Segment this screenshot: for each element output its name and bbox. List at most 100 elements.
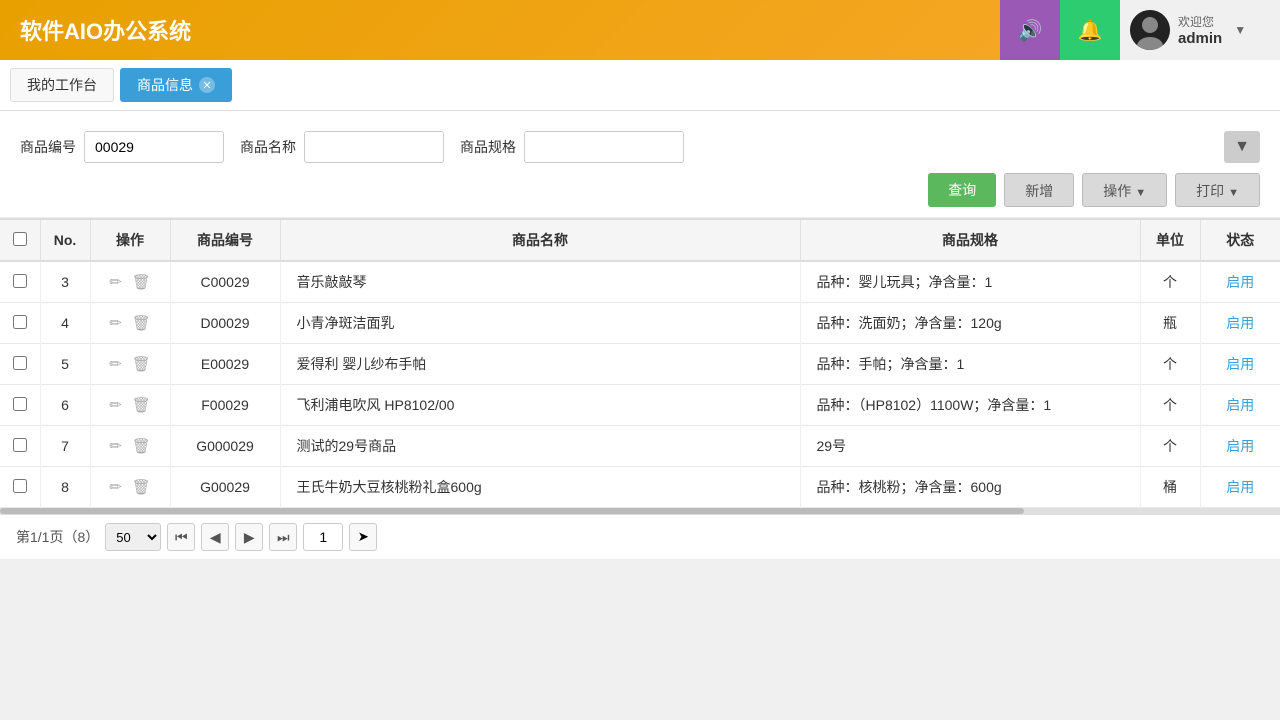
sound-button[interactable]: 🔊 xyxy=(1000,0,1060,60)
tabs-bar: 我的工作台 商品信息 ✕ xyxy=(0,60,1280,111)
cell-no: 3 xyxy=(40,261,90,303)
col-spec: 商品规格 xyxy=(800,219,1140,261)
user-dropdown-arrow[interactable]: ▼ xyxy=(1234,23,1246,37)
query-button[interactable]: 查询 xyxy=(928,173,996,207)
col-name: 商品名称 xyxy=(280,219,800,261)
delete-icon[interactable]: 🗑 xyxy=(132,315,151,332)
cell-checkbox[interactable] xyxy=(0,261,40,303)
delete-icon[interactable]: 🗑 xyxy=(132,274,151,291)
user-text: 欢迎您 admin xyxy=(1178,13,1222,47)
cell-checkbox[interactable] xyxy=(0,467,40,508)
close-icon[interactable]: ✕ xyxy=(199,77,215,93)
cell-spec: 品种：洗面奶；净含量：120g xyxy=(800,303,1140,344)
bell-button[interactable]: 🔔 xyxy=(1060,0,1120,60)
header: 软件AIO办公系统 🔊 🔔 欢迎您 admin ▼ xyxy=(0,0,1280,60)
cell-name: 音乐敲敲琴 xyxy=(280,261,800,303)
cell-checkbox[interactable] xyxy=(0,426,40,467)
row-checkbox[interactable] xyxy=(13,274,27,288)
product-spec-label: 商品规格 xyxy=(460,137,516,157)
edit-icon[interactable]: ✏ xyxy=(109,315,122,332)
col-unit: 单位 xyxy=(1140,219,1200,261)
product-code-input[interactable] xyxy=(84,131,224,163)
tab-workspace[interactable]: 我的工作台 xyxy=(10,68,114,102)
prev-page-button[interactable]: ◀ xyxy=(201,523,229,551)
cell-action: ✏ 🗑 xyxy=(90,385,170,426)
ops-dropdown-arrow: ▼ xyxy=(1135,187,1146,199)
tab-product-info-label: 商品信息 xyxy=(137,75,193,95)
search-actions: 查询 新增 操作 ▼ 打印▼ xyxy=(20,173,1260,207)
cell-action: ✏ 🗑 xyxy=(90,426,170,467)
row-checkbox[interactable] xyxy=(13,356,27,370)
go-page-button[interactable]: ➤ xyxy=(349,523,377,551)
tab-product-info[interactable]: 商品信息 ✕ xyxy=(120,68,232,102)
row-checkbox[interactable] xyxy=(13,397,27,411)
chevron-down-icon: ▼ xyxy=(1234,138,1250,156)
delete-icon[interactable]: 🗑 xyxy=(132,479,151,496)
edit-icon[interactable]: ✏ xyxy=(109,438,122,455)
user-area[interactable]: 欢迎您 admin ▼ xyxy=(1120,0,1280,60)
product-name-input[interactable] xyxy=(304,131,444,163)
col-no: No. xyxy=(40,219,90,261)
cell-code: D00029 xyxy=(170,303,280,344)
cell-action: ✏ 🗑 xyxy=(90,467,170,508)
cell-name: 飞利浦电吹风 HP8102/00 xyxy=(280,385,800,426)
username-label: admin xyxy=(1178,30,1222,47)
delete-icon[interactable]: 🗑 xyxy=(132,356,151,373)
table-row: 3 ✏ 🗑 C00029 音乐敲敲琴 品种：婴儿玩具；净含量：1 个 启用 xyxy=(0,261,1280,303)
last-page-button[interactable]: ⏭ xyxy=(269,523,297,551)
select-all-checkbox[interactable] xyxy=(13,232,27,246)
row-checkbox[interactable] xyxy=(13,438,27,452)
scroll-thumb xyxy=(0,508,1024,514)
welcome-label: 欢迎您 xyxy=(1178,13,1222,30)
delete-icon[interactable]: 🗑 xyxy=(132,438,151,455)
tab-workspace-label: 我的工作台 xyxy=(27,77,97,93)
cell-unit: 个 xyxy=(1140,261,1200,303)
cell-code: C00029 xyxy=(170,261,280,303)
cell-no: 6 xyxy=(40,385,90,426)
ops-label: 操作 xyxy=(1103,183,1131,199)
print-button[interactable]: 打印▼ xyxy=(1175,173,1260,207)
edit-icon[interactable]: ✏ xyxy=(109,356,122,373)
avatar xyxy=(1130,10,1170,50)
expand-search-button[interactable]: ▼ xyxy=(1224,131,1260,163)
edit-icon[interactable]: ✏ xyxy=(109,397,122,414)
edit-icon[interactable]: ✏ xyxy=(109,479,122,496)
cell-checkbox[interactable] xyxy=(0,303,40,344)
first-page-button[interactable]: ⏮ xyxy=(167,523,195,551)
cell-spec: 29号 xyxy=(800,426,1140,467)
product-code-label: 商品编号 xyxy=(20,137,76,157)
cell-no: 7 xyxy=(40,426,90,467)
col-code: 商品编号 xyxy=(170,219,280,261)
row-checkbox[interactable] xyxy=(13,315,27,329)
cell-code: G00029 xyxy=(170,467,280,508)
search-group-spec: 商品规格 xyxy=(460,131,684,163)
cell-name: 爱得利 婴儿纱布手帕 xyxy=(280,344,800,385)
page-size-select[interactable]: 50 10 20 100 xyxy=(105,523,161,551)
cell-no: 8 xyxy=(40,467,90,508)
pagination: 第1/1页（8） 50 10 20 100 ⏮ ◀ ▶ ⏭ ➤ xyxy=(0,514,1280,559)
product-name-label: 商品名称 xyxy=(240,137,296,157)
table-row: 8 ✏ 🗑 G00029 王氏牛奶大豆核桃粉礼盒600g 品种：核桃粉；净含量：… xyxy=(0,467,1280,508)
product-spec-input[interactable] xyxy=(524,131,684,163)
table-row: 6 ✏ 🗑 F00029 飞利浦电吹风 HP8102/00 品种：（HP8102… xyxy=(0,385,1280,426)
cell-no: 4 xyxy=(40,303,90,344)
ops-button[interactable]: 操作 ▼ xyxy=(1082,173,1167,207)
cell-spec: 品种：（HP8102）1100W；净含量：1 xyxy=(800,385,1140,426)
add-button[interactable]: 新增 xyxy=(1004,173,1074,207)
product-table: No. 操作 商品编号 商品名称 商品规格 单位 状态 3 ✏ 🗑 C00029… xyxy=(0,218,1280,508)
cell-checkbox[interactable] xyxy=(0,385,40,426)
cell-action: ✏ 🗑 xyxy=(90,303,170,344)
print-label: 打印 xyxy=(1196,183,1224,199)
edit-icon[interactable]: ✏ xyxy=(109,274,122,291)
search-row: 商品编号 商品名称 商品规格 ▼ xyxy=(20,131,1260,163)
header-right: 🔊 🔔 欢迎您 admin ▼ xyxy=(1000,0,1280,60)
search-group-name: 商品名称 xyxy=(240,131,444,163)
cell-unit: 个 xyxy=(1140,344,1200,385)
row-checkbox[interactable] xyxy=(13,479,27,493)
next-page-button[interactable]: ▶ xyxy=(235,523,263,551)
horizontal-scrollbar[interactable] xyxy=(0,508,1280,514)
cell-checkbox[interactable] xyxy=(0,344,40,385)
page-number-input[interactable] xyxy=(303,523,343,551)
col-action: 操作 xyxy=(90,219,170,261)
delete-icon[interactable]: 🗑 xyxy=(132,397,151,414)
